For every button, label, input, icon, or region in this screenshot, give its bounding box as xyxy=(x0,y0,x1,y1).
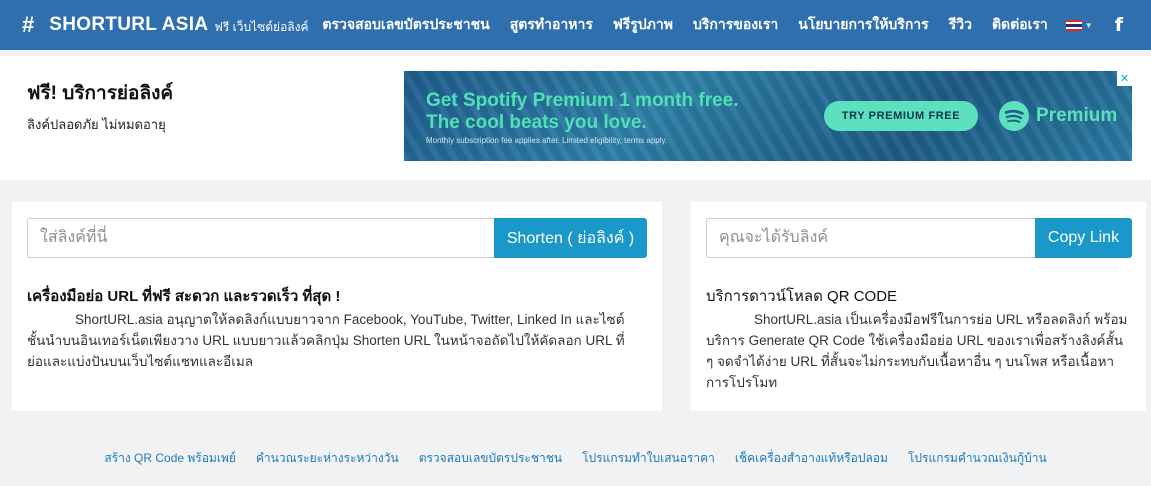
nav-link-reviews[interactable]: รีวิว xyxy=(949,14,972,36)
shorten-button[interactable]: Shorten ( ย่อลิงค์ ) xyxy=(494,218,647,258)
page-subtitle: ลิงค์ปลอดภัย ไม่หมดอายุ xyxy=(27,117,166,132)
copy-link-button[interactable]: Copy Link xyxy=(1035,218,1132,258)
chevron-down-icon: ▼ xyxy=(1084,20,1093,30)
hero-section: ฟรี! บริการย่อลิงค์ ลิงค์ปลอดภัย ไม่หมดอ… xyxy=(0,56,1151,180)
brand-tagline: ฟรี เว็บไซต์ย่อลิงค์ xyxy=(214,19,309,34)
top-navbar: # SHORTURL ASIA ฟรี เว็บไซต์ย่อลิงค์ ตรว… xyxy=(0,0,1151,50)
brand-name: SHORTURL ASIA xyxy=(49,14,209,35)
qr-description: ShortURL.asia เป็นเครื่องมือฟรีในการย่อ … xyxy=(706,312,1128,390)
nav-link-free-images[interactable]: ฟรีรูปภาพ xyxy=(613,14,673,36)
footer-link-loan-calculator[interactable]: โปรแกรมคำนวณเงินกู้บ้าน xyxy=(908,449,1047,468)
ad-headline: Get Spotify Premium 1 month free. The co… xyxy=(426,90,739,134)
hash-icon: # xyxy=(22,12,35,37)
nav-link-recipes[interactable]: สูตรทำอาหาร xyxy=(510,14,593,36)
shorten-card: Shorten ( ย่อลิงค์ ) เครื่องมือย่อ URL ท… xyxy=(12,202,662,411)
spotify-logo[interactable]: Premium xyxy=(998,100,1117,132)
footer-link-promptpay-qr[interactable]: สร้าง QR Code พร้อมเพย์ xyxy=(104,449,236,468)
ad-headline-line1: Get Spotify Premium 1 month free. xyxy=(426,90,739,111)
spotify-ad-banner[interactable]: ✕ Get Spotify Premium 1 month free. The … xyxy=(404,71,1132,161)
thailand-flag-icon xyxy=(1065,19,1082,31)
language-dropdown[interactable]: ▼ xyxy=(1065,19,1093,31)
page-title: ฟรี! บริการย่อลิงค์ xyxy=(27,83,174,104)
try-premium-button[interactable]: TRY PREMIUM FREE xyxy=(824,101,978,131)
spotify-icon xyxy=(999,101,1029,131)
nav-link-contact[interactable]: ติดต่อเรา xyxy=(992,14,1048,36)
long-url-input[interactable] xyxy=(27,218,494,258)
result-input-group: Copy Link xyxy=(706,218,1132,258)
nav-link-policy[interactable]: นโยบายการให้บริการ xyxy=(798,14,928,36)
nav-menu: ตรวจสอบเลขบัตรประชาชน สูตรทำอาหาร ฟรีรูป… xyxy=(302,0,1123,50)
qr-heading: บริการดาวน์โหลด QR CODE xyxy=(706,288,898,305)
nav-link-services[interactable]: บริการของเรา xyxy=(693,14,778,36)
footer-link-date-calculator[interactable]: คำนวณระยะห่างระหว่างวัน xyxy=(256,449,399,468)
shorten-description: ShortURL.asia อนุญาตให้ลดลิงก์แบบยาวจาก … xyxy=(27,312,625,369)
ad-headline-line2: The cool beats you love. xyxy=(426,112,647,133)
footer-links: สร้าง QR Code พร้อมเพย์ คำนวณระยะห่างระห… xyxy=(0,449,1151,468)
close-icon[interactable]: ✕ xyxy=(1117,71,1132,86)
nav-link-id-check[interactable]: ตรวจสอบเลขบัตรประชาชน xyxy=(322,14,489,36)
shorten-input-group: Shorten ( ย่อลิงค์ ) xyxy=(27,218,647,258)
short-url-output[interactable] xyxy=(706,218,1035,258)
ad-logo-text: Premium xyxy=(1036,105,1118,126)
footer-link-cosmetics-check[interactable]: เช็คเครื่องสำอางแท้หรือปลอม xyxy=(735,449,888,468)
brand[interactable]: # SHORTURL ASIA ฟรี เว็บไซต์ย่อลิงค์ xyxy=(22,12,309,38)
footer-link-id-check[interactable]: ตรวจสอบเลขบัตรประชาชน xyxy=(419,449,562,468)
shorten-heading: เครื่องมือย่อ URL ที่ฟรี สะดวก และรวดเร็… xyxy=(27,288,341,305)
footer-link-quotation[interactable]: โปรแกรมทำใบเสนอราคา xyxy=(582,449,715,468)
qr-card: Copy Link บริการดาวน์โหลด QR CODE ShortU… xyxy=(691,202,1146,411)
ad-fine-print: Monthly subscription fee applies after. … xyxy=(426,136,668,145)
facebook-icon[interactable]: f xyxy=(1115,14,1123,36)
